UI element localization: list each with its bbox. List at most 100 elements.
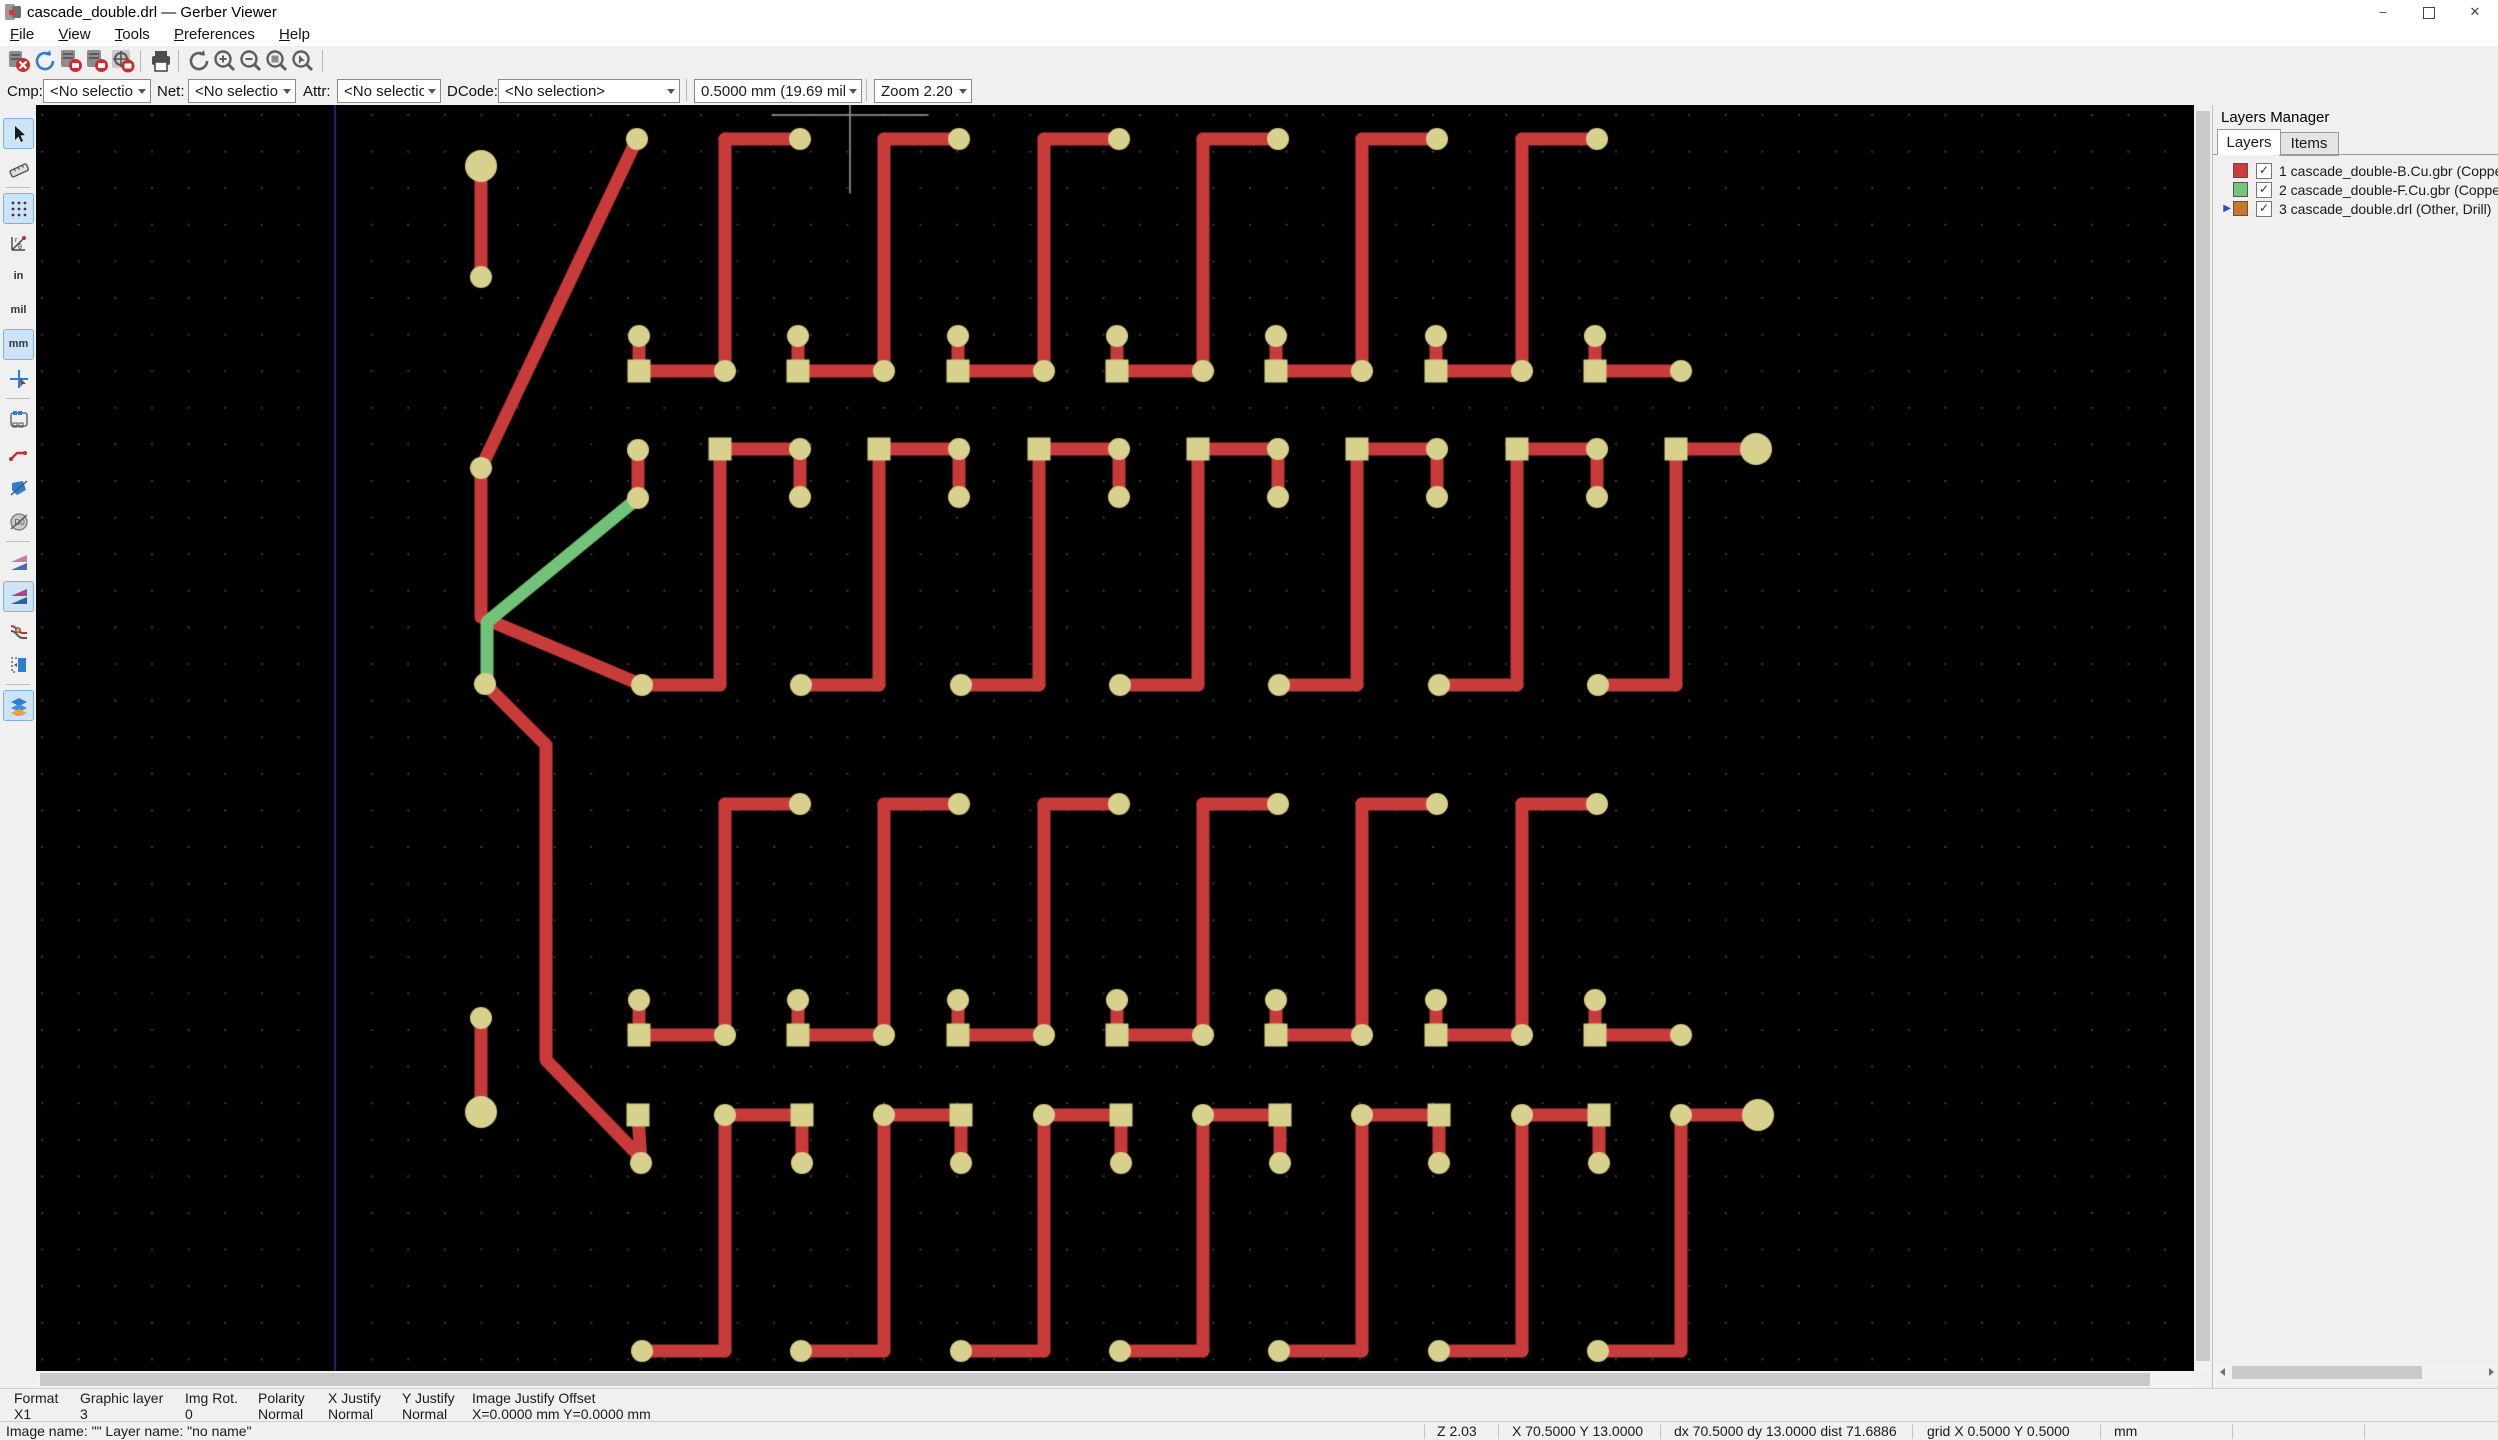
layer-label[interactable]: 3 cascade_double.drl (Other, Drill) (2279, 201, 2491, 217)
left-toolbar-separator (6, 684, 30, 685)
menu-tools[interactable]: Tools (105, 24, 160, 45)
refresh-view-button[interactable] (186, 48, 212, 74)
window-title: cascade_double.drl — Gerber Viewer (27, 4, 277, 21)
layer-visibility-checkbox[interactable]: ✓ (2256, 200, 2272, 217)
info-graphic-layer: Graphic layer 3 (80, 1390, 164, 1422)
status-units: mm (2114, 1423, 2138, 1439)
units-mils-button[interactable]: mil (3, 295, 34, 326)
cmp-label: Cmp: (7, 83, 43, 100)
layer-label[interactable]: 2 cascade_double-F.Cu.gbr (Copper, L1) (2279, 182, 2498, 198)
inches-icon: in (13, 270, 24, 282)
layer-color-swatch[interactable] (2233, 163, 2248, 178)
filter-toolbar: Cmp: <No selection> Net: <No selection> … (0, 76, 2498, 106)
print-button[interactable] (148, 48, 174, 74)
zoom-level-select[interactable]: Zoom 2.20 (874, 79, 972, 103)
layer-row-1[interactable]: ✓ 1 cascade_double-B.Cu.gbr (Copper, L2) (2213, 161, 2498, 180)
zoom-fit-button[interactable] (264, 48, 290, 74)
flip-view-button[interactable] (3, 649, 34, 680)
diff-mode-button[interactable] (3, 547, 34, 578)
svg-text:θ: θ (18, 244, 22, 251)
scrollbar-thumb[interactable] (2232, 1366, 2422, 1379)
status-grid: grid X 0.5000 Y 0.5000 (1927, 1423, 2070, 1439)
minimize-button[interactable]: – (2360, 0, 2406, 24)
info-x-justify: X Justify Normal (328, 1390, 381, 1422)
layer-color-swatch[interactable] (2233, 182, 2248, 197)
left-toolbar-separator (6, 187, 30, 188)
layer-color-swatch[interactable] (2233, 201, 2248, 216)
cursor-shape-button[interactable] (3, 363, 34, 394)
scrollbar-thumb[interactable] (2196, 111, 2210, 1361)
zoom-out-button[interactable] (238, 48, 264, 74)
measure-tool-button[interactable] (3, 152, 34, 183)
mils-icon: mil (10, 304, 27, 316)
scroll-right-arrow[interactable] (2483, 1364, 2498, 1380)
reload-layers-button[interactable] (32, 48, 58, 74)
toolbar-separator (140, 50, 141, 72)
layers-manager-panel: Layers Manager Layers Items ✓ 1 cascade_… (2212, 105, 2498, 1388)
left-toolbar: rθ in mil mm D0 (0, 105, 36, 1388)
grid-toggle-button[interactable] (3, 193, 34, 224)
cmp-select[interactable]: <No selection> (43, 79, 151, 103)
layer-visibility-checkbox[interactable]: ✓ (2256, 181, 2272, 198)
close-button[interactable]: ✕ (2452, 0, 2498, 24)
dcode-select[interactable]: <No selection> (498, 79, 680, 103)
layer-label[interactable]: 1 cascade_double-B.Cu.gbr (Copper, L2) (2279, 163, 2498, 179)
current-layer-arrow: ▶ (2223, 203, 2231, 214)
menu-preferences[interactable]: Preferences (164, 24, 265, 45)
scrollbar-thumb[interactable] (40, 1373, 2150, 1386)
zoom-in-button[interactable] (212, 48, 238, 74)
gerber-view-canvas[interactable] (36, 105, 2194, 1371)
clear-all-layers-button[interactable] (6, 48, 32, 74)
main-toolbar: 3 cascade_double.drl (Other, Drill) fmt:… (0, 46, 2498, 120)
xor-mode-button[interactable] (3, 581, 34, 612)
attr-select[interactable]: <No selection> (337, 79, 441, 103)
info-img-rot: Img Rot. 0 (185, 1390, 238, 1422)
menu-view[interactable]: View (48, 24, 100, 45)
sketch-polygons-button[interactable] (3, 472, 34, 503)
layers-manager-title: Layers Manager (2221, 109, 2330, 126)
layer-visibility-checkbox[interactable]: ✓ (2256, 162, 2272, 179)
menu-help[interactable]: Help (269, 24, 320, 45)
dcode-select-value: <No selection> (505, 82, 606, 100)
toolbar-separator (178, 50, 179, 72)
chevron-down-icon (845, 88, 861, 94)
net-select[interactable]: <No selection> (188, 79, 296, 103)
polar-coords-button[interactable]: rθ (3, 227, 34, 258)
units-inches-button[interactable]: in (3, 261, 34, 292)
units-mm-button[interactable]: mm (3, 329, 34, 360)
scroll-left-arrow[interactable] (2214, 1364, 2230, 1380)
status-cursor-position: X 70.5000 Y 13.0000 (1512, 1423, 1644, 1439)
grid-size-select[interactable]: 0.5000 mm (19.69 mils) (694, 79, 862, 103)
tab-layers[interactable]: Layers (2217, 129, 2281, 155)
open-gerber-file-button[interactable] (58, 48, 84, 74)
open-job-file-button[interactable] (110, 48, 136, 74)
layer-row-3[interactable]: ▶ ✓ 3 cascade_double.drl (Other, Drill) (2213, 199, 2498, 218)
layer-row-2[interactable]: ✓ 2 cascade_double-F.Cu.gbr (Copper, L1) (2213, 180, 2498, 199)
net-label: Net: (157, 83, 185, 100)
attr-label: Attr: (303, 83, 331, 100)
info-justify-offset: Image Justify Offset X=0.0000 mm Y=0.0000… (472, 1390, 651, 1422)
open-drill-file-button[interactable] (84, 48, 110, 74)
zoom-selection-button[interactable] (290, 48, 316, 74)
info-format: Format X1 (14, 1390, 59, 1422)
svg-text:r: r (15, 237, 18, 244)
tab-items[interactable]: Items (2279, 132, 2339, 156)
net-select-value: <No selection> (195, 82, 279, 100)
canvas-vertical-scrollbar[interactable] (2194, 105, 2212, 1371)
show-dcodes-button[interactable]: D0 (3, 506, 34, 537)
grid-size-value: 0.5000 mm (19.69 mils) (701, 82, 845, 100)
chevron-down-icon (134, 88, 150, 94)
svg-text:D0: D0 (14, 518, 25, 527)
toolbar-separator (322, 50, 323, 72)
sketch-flashed-items-button[interactable] (3, 404, 34, 435)
image-info-bar: Format X1 Graphic layer 3 Img Rot. 0 Polari… (0, 1388, 2498, 1422)
menu-file[interactable]: File (0, 24, 44, 45)
canvas-horizontal-scrollbar[interactable] (36, 1371, 2194, 1388)
maximize-button[interactable] (2406, 0, 2452, 24)
panel-horizontal-scrollbar[interactable] (2214, 1364, 2498, 1381)
layers-manager-toggle-button[interactable] (3, 690, 34, 721)
mm-icon: mm (8, 338, 29, 350)
high-contrast-button[interactable] (3, 615, 34, 646)
sketch-lines-button[interactable] (3, 438, 34, 469)
select-tool-button[interactable] (3, 118, 34, 149)
